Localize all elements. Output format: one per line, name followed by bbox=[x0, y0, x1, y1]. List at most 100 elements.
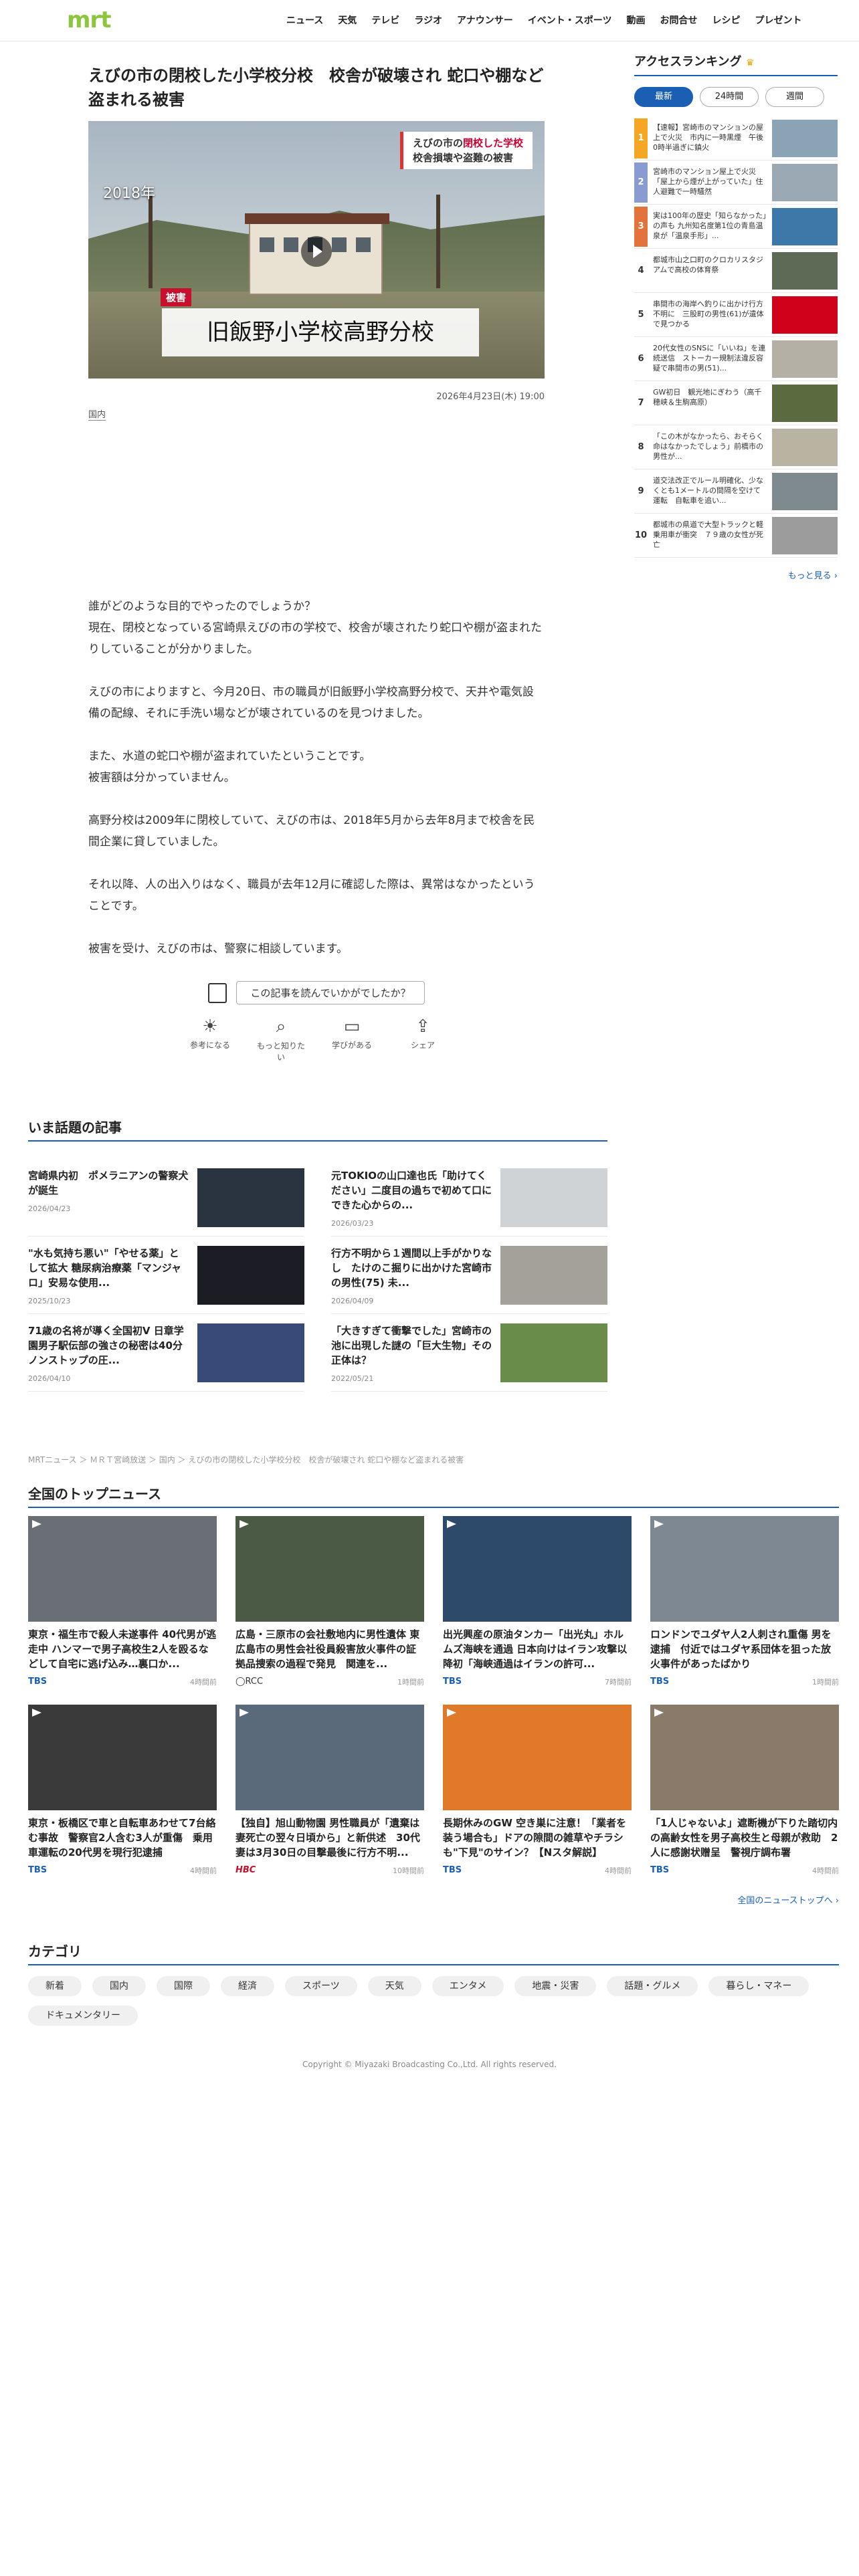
category-chip[interactable]: 国際 bbox=[157, 1976, 210, 1996]
access-ranking: アクセスランキング ♛ 最新 24時間 週間 1 【速報】宮崎市のマンションの屋上で火… bbox=[634, 52, 838, 581]
news-thumbnail bbox=[28, 1705, 217, 1810]
school-window bbox=[284, 237, 298, 252]
trending-item[interactable]: "水も気持ち悪い"「やせる薬」として拡大 糖尿病治療薬「マンジャロ」安易な使用.… bbox=[28, 1237, 304, 1314]
news-time: 4時間前 bbox=[190, 1866, 217, 1875]
news-headline: 広島・三原市の会社敷地内に男性遺体 東広島市の男性会社役員殺害放火事件の証拠品捜… bbox=[235, 1628, 420, 1670]
category-chip[interactable]: ドキュメンタリー bbox=[28, 2006, 138, 2026]
article-video-thumbnail[interactable]: 2018年 えびの市の閉校した学校 校舎損壊や盗難の被害 被害 旧飯野小学校高野… bbox=[88, 121, 545, 379]
ranking-item[interactable]: 4 都城市山之口町のクロカリスタジアムで高校の体育祭 bbox=[634, 249, 838, 293]
nav-item[interactable]: ラジオ bbox=[414, 13, 442, 27]
nav-item[interactable]: イベント・スポーツ bbox=[528, 13, 612, 27]
trending-item[interactable]: 71歳の名将が導く全国初V 日章学園男子駅伝部の強さの秘密は40分ノンストップの… bbox=[28, 1314, 304, 1392]
trending-text: 元TOKIOの山口達也氏「助けてください」二度目の過ちで初めて口にできた心からの… bbox=[331, 1168, 492, 1236]
caption-line1-b: 閉校した学校 bbox=[462, 137, 523, 149]
news-card[interactable]: 【独自】旭山動物園 男性職員が「遺棄は妻死亡の翌々日頃から」と新供述 30代妻は… bbox=[235, 1705, 424, 1876]
news-card[interactable]: 広島・三原市の会社敷地内に男性遺体 東広島市の男性会社役員殺害放火事件の証拠品捜… bbox=[235, 1516, 424, 1687]
ranking-item[interactable]: 6 20代女性のSNSに「いいね」を連続送信 ストーカー規制法違反容疑で串間市の男… bbox=[634, 337, 838, 381]
category-chip[interactable]: 暮らし・マネー bbox=[708, 1976, 809, 1996]
trending-text: 宮崎県内初 ポメラニアンの警察犬が誕生 2026/04/23 bbox=[28, 1168, 189, 1236]
article-category-link[interactable]: 国内 bbox=[88, 407, 106, 421]
search-icon: ⌕ bbox=[276, 1016, 286, 1037]
ranking-item[interactable]: 9 道交法改正でルール明確化、少なくとも1メートルの間隔を空けて運転 自転車を追い… bbox=[634, 469, 838, 514]
category-chip[interactable]: 地震・災害 bbox=[514, 1976, 597, 1996]
category-chip[interactable]: 天気 bbox=[367, 1976, 421, 1996]
ranking-item[interactable]: 2 宮崎市のマンション屋上で火災「屋上から煙が上がっていた」住人避難で一時騒然 bbox=[634, 160, 838, 205]
trending-item[interactable]: 行方不明から１週間以上手がかりなし たけのこ掘りに出かけた宮崎市の男性(75) … bbox=[331, 1237, 607, 1314]
ranking-item[interactable]: 1 【速報】宮崎市のマンションの屋上で火災 市内に一時黒煙 午後0時半過ぎに鎮火 bbox=[634, 116, 838, 160]
news-card[interactable]: ロンドンでユダヤ人2人刺され重傷 男を逮捕 付近ではユダヤ系団体を狙った放火事件… bbox=[650, 1516, 839, 1687]
category-chip[interactable]: エンタメ bbox=[432, 1976, 504, 1996]
play-icon[interactable] bbox=[301, 236, 332, 267]
ranking-tab[interactable]: 週間 bbox=[765, 87, 824, 107]
rank-number: 8 bbox=[638, 441, 644, 452]
nav-item[interactable]: アナウンサー bbox=[457, 13, 513, 27]
news-card[interactable]: 「1人じゃないよ」遮断機が下りた踏切内の高齢女性を男子高校生と母親が救助 2人に… bbox=[650, 1705, 839, 1876]
article-body: 誰がどのような目的でやったのでしょうか？ 現在、閉校となっている宮崎県えびの市の学… bbox=[88, 596, 545, 960]
news-meta: TBS 1時間前 bbox=[650, 1677, 839, 1687]
news-card[interactable]: 東京・板橋区で車と自転車あわせて7台絡む事故 警察官2人含む3人が重傷 乗用車運… bbox=[28, 1705, 217, 1876]
news-time: 4時間前 bbox=[605, 1866, 632, 1875]
reaction-button[interactable]: ⌕ もっと知りたい bbox=[254, 1016, 308, 1063]
reaction-label: シェア bbox=[410, 1041, 435, 1050]
site-header: mrt ニュース 天気 テレビ ラジオ アナウンサー イベント・スポーツ 動画 お問合せ レシピ… bbox=[0, 0, 859, 41]
ranking-tab[interactable]: 最新 bbox=[634, 87, 693, 107]
news-headline: 「1人じゃないよ」遮断機が下りた踏切内の高齢女性を男子高校生と母親が救助 2人に… bbox=[650, 1817, 838, 1858]
ranking-item[interactable]: 8 「この木がなかったら、おそらく命はなかったでしょう」前橋市の男性が... bbox=[634, 425, 838, 469]
ranking-item[interactable]: 10 都城市の県道で大型トラックと軽乗用車が衝突 ７９歳の女性が死亡 bbox=[634, 514, 838, 558]
news-source: TBS bbox=[443, 1677, 462, 1687]
rank-number: 1 bbox=[634, 118, 648, 158]
trending-date: 2026/04/10 bbox=[28, 1374, 71, 1383]
trending-thumbnail bbox=[500, 1246, 607, 1305]
category-list: 新着 国内 国際 経済 スポーツ 天気 エンタメ 地震・災害 話題・グルメ 暮らし・マネードキュメ… bbox=[28, 1976, 839, 2026]
category-chip[interactable]: 新着 bbox=[28, 1976, 82, 1996]
ranking-item[interactable]: 3 実は100年の歴史「知らなかった」の声も 九州知名度第1位の青島温泉が「温泉手… bbox=[634, 205, 838, 249]
top-news-grid: 東京・福生市で殺人未遂事件 40代男が逃走中 ハンマーで男子高校生2人を殴るなど… bbox=[28, 1516, 839, 1876]
trending-item[interactable]: 宮崎県内初 ポメラニアンの警察犬が誕生 2026/04/23 bbox=[28, 1159, 304, 1237]
rank-text: 【速報】宮崎市のマンションの屋上で火災 市内に一時黒煙 午後0時半過ぎに鎮火 bbox=[653, 122, 763, 152]
nav-item[interactable]: レシピ bbox=[712, 13, 741, 27]
ranking-tab[interactable]: 24時間 bbox=[700, 87, 759, 107]
category-chip[interactable]: 話題・グルメ bbox=[607, 1976, 698, 1996]
hero-school-name: 旧飯野小学校高野分校 bbox=[162, 308, 479, 356]
trending-thumbnail bbox=[197, 1168, 304, 1227]
news-thumbnail bbox=[650, 1516, 839, 1622]
ranking-item[interactable]: 5 串間市の海岸へ釣りに出かけ行方不明に 三股町の男性(61)が遺体で見つかる bbox=[634, 293, 838, 337]
nav-item[interactable]: お問合せ bbox=[660, 13, 698, 27]
news-card[interactable]: 出光興産の原油タンカー「出光丸」ホルムズ海峡を通過 日本向けはイラン攻撃以降初「… bbox=[443, 1516, 632, 1687]
nav-item[interactable]: プレゼント bbox=[755, 13, 802, 27]
rank-thumbnail bbox=[772, 119, 838, 157]
top-news-more-link[interactable]: 全国のニューストップへ › bbox=[28, 1893, 839, 1906]
trending-date: 2026/04/23 bbox=[28, 1204, 71, 1213]
news-time: 1時間前 bbox=[397, 1678, 424, 1687]
nav-item[interactable]: ニュース bbox=[286, 13, 323, 27]
trending-item[interactable]: 「大きすぎて衝撃でした」宮崎市の池に出現した謎の「巨大生物」その正体は？ 2022… bbox=[331, 1314, 607, 1392]
ranking-item[interactable]: 7 GW初日 観光地にぎわう（高千穂峡＆生駒高原） bbox=[634, 381, 838, 425]
reaction-button[interactable]: ▭ 学びがある bbox=[325, 1016, 379, 1063]
news-card[interactable]: 長期休みのGW 空き巣に注意！「業者を装う場合も」ドアの隙間の雑草やチラシも"下… bbox=[443, 1705, 632, 1876]
rank-thumbnail bbox=[772, 384, 838, 422]
news-card[interactable]: 東京・福生市で殺人未遂事件 40代男が逃走中 ハンマーで男子高校生2人を殴るなど… bbox=[28, 1516, 217, 1687]
mrt-logo[interactable]: mrt bbox=[67, 7, 111, 33]
news-meta: TBS 4時間前 bbox=[28, 1865, 217, 1876]
article-paragraph: それ以降、人の出入りはなく、職員が去年12月に確認した際は、異常はなかったという… bbox=[88, 874, 545, 917]
category-chip[interactable]: スポーツ bbox=[285, 1976, 357, 1996]
category-chip[interactable]: 経済 bbox=[221, 1976, 274, 1996]
news-source: TBS bbox=[650, 1865, 670, 1875]
nav-item[interactable]: 動画 bbox=[627, 13, 646, 27]
category-chip[interactable]: 国内 bbox=[92, 1976, 146, 1996]
breadcrumb[interactable]: MRTニュース ＞ ＭＲＴ宮崎放送 ＞ 国内 ＞ えびの市の閉校した小学校分校 … bbox=[28, 1454, 464, 1465]
news-source: TBS bbox=[28, 1677, 47, 1687]
nav-item[interactable]: テレビ bbox=[371, 13, 399, 27]
news-time: 4時間前 bbox=[812, 1866, 839, 1875]
rank-thumbnail bbox=[772, 163, 838, 201]
reaction-button[interactable]: ⇪ シェア bbox=[396, 1016, 450, 1063]
trending-title: いま話題の記事 bbox=[28, 1117, 607, 1142]
news-thumbnail bbox=[28, 1516, 217, 1622]
rank-thumbnail bbox=[772, 207, 838, 245]
rank-thumbnail bbox=[772, 296, 838, 334]
trending-item[interactable]: 元TOKIOの山口達也氏「助けてください」二度目の過ちで初めて口にできた心からの… bbox=[331, 1159, 607, 1237]
reaction-button[interactable]: ☀ 参考になる bbox=[183, 1016, 237, 1063]
nav-item[interactable]: 天気 bbox=[338, 13, 357, 27]
ranking-more-link[interactable]: もっと見る › bbox=[634, 568, 838, 581]
article-paragraph: 誰がどのような目的でやったのでしょうか？ 現在、閉校となっている宮崎県えびの市の学… bbox=[88, 596, 545, 660]
